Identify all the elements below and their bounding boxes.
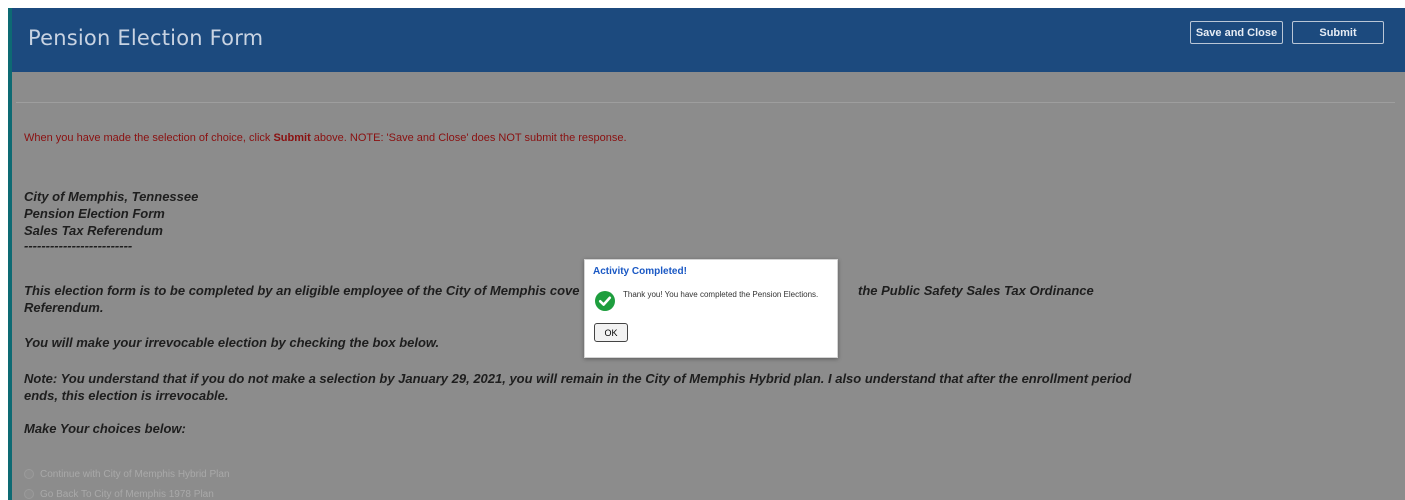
page-title: Pension Election Form bbox=[28, 26, 264, 50]
notice-text-before: When you have made the selection of choi… bbox=[24, 132, 274, 144]
divider bbox=[16, 102, 1395, 103]
heading-form: Pension Election Form bbox=[24, 206, 165, 221]
submit-button[interactable]: Submit bbox=[1292, 21, 1384, 44]
option-1978-plan[interactable]: Go Back To City of Memphis 1978 Plan bbox=[24, 487, 214, 500]
dialog-title: Activity Completed! bbox=[593, 266, 687, 277]
election-paragraph-end: the Public Safety Sales Tax Ordinance bbox=[858, 283, 1094, 298]
notice-text-after: above. NOTE: 'Save and Close' does NOT s… bbox=[310, 132, 627, 144]
heading-referendum: Sales Tax Referendum bbox=[24, 223, 163, 238]
option-label: Continue with City of Memphis Hybrid Pla… bbox=[40, 468, 230, 480]
irrevocable-paragraph: You will make your irrevocable election … bbox=[24, 335, 440, 350]
option-hybrid-plan[interactable]: Continue with City of Memphis Hybrid Pla… bbox=[24, 467, 230, 481]
option-label: Go Back To City of Memphis 1978 Plan bbox=[40, 488, 214, 500]
radio-button[interactable] bbox=[24, 469, 34, 479]
radio-button[interactable] bbox=[24, 489, 34, 499]
activity-completed-dialog: Activity Completed! Thank you! You have … bbox=[584, 259, 838, 358]
ok-button[interactable]: OK bbox=[594, 323, 628, 342]
dialog-message: Thank you! You have completed the Pensio… bbox=[623, 290, 819, 299]
heading-city: City of Memphis, Tennessee bbox=[24, 189, 199, 204]
election-paragraph-start: This election form is to be completed by… bbox=[24, 283, 580, 298]
app-frame: Pension Election Form Save and Close Sub… bbox=[8, 8, 1405, 500]
save-and-close-button[interactable]: Save and Close bbox=[1190, 21, 1283, 44]
check-circle-icon bbox=[595, 291, 615, 311]
note-paragraph: Note: You understand that if you do not … bbox=[24, 371, 1132, 403]
notice-emphasis: Submit bbox=[273, 132, 311, 144]
heading-divider: ------------------------- bbox=[24, 238, 133, 253]
submit-notice: When you have made the selection of choi… bbox=[24, 132, 627, 144]
election-paragraph-cont: Referendum. bbox=[24, 300, 104, 315]
choices-heading: Make Your choices below: bbox=[24, 421, 186, 436]
form-header: Pension Election Form Save and Close Sub… bbox=[12, 8, 1405, 72]
